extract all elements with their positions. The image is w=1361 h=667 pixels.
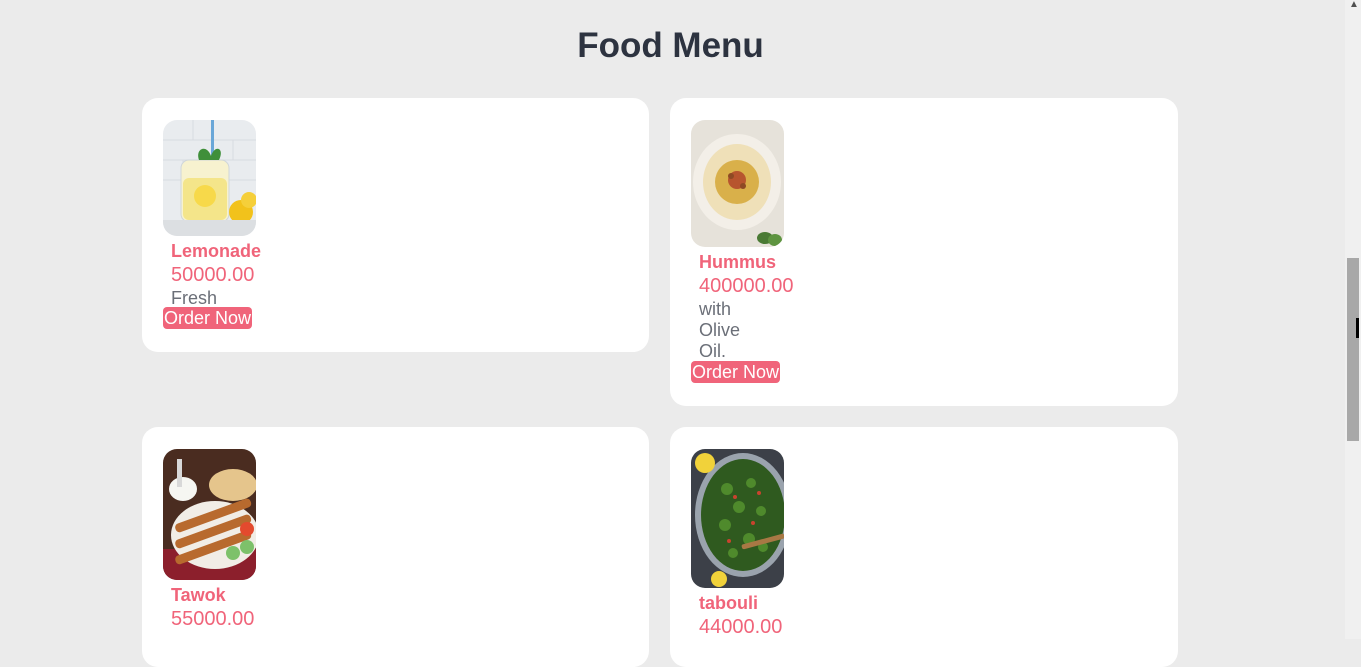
item-price: 400000.00 xyxy=(699,275,794,297)
item-name: Lemonade xyxy=(171,241,262,261)
lemonade-image xyxy=(163,120,256,236)
item-name: tabouli xyxy=(699,593,758,613)
page: Food Menu Lemonade 50000.00 Fresh Order … xyxy=(0,0,1345,667)
order-now-button-lemonade[interactable]: Order Now xyxy=(163,307,253,329)
item-name: Tawok xyxy=(171,585,226,605)
item-name: Hummus xyxy=(699,252,777,272)
item-price: 44000.00 xyxy=(699,616,783,638)
item-info: Tawok 55000.00 xyxy=(171,584,254,632)
scroll-up-arrow-icon[interactable]: ▲ xyxy=(1349,0,1359,10)
menu-card-tawok: Tawok 55000.00 xyxy=(142,427,649,667)
scrollbar-thumb[interactable] xyxy=(1347,258,1359,441)
item-description: with Olive Oil. xyxy=(699,299,741,361)
tawok-image xyxy=(163,449,256,580)
order-now-button-hummus[interactable]: Order Now xyxy=(691,361,781,383)
tabouli-image xyxy=(691,449,784,588)
menu-card-lemonade: Lemonade 50000.00 Fresh Order Now xyxy=(142,98,649,352)
item-info: Hummus 400000.00 with Olive Oil. xyxy=(699,251,794,362)
page-title: Food Menu xyxy=(577,26,764,65)
item-info: Lemonade 50000.00 Fresh xyxy=(171,240,261,309)
item-price: 55000.00 xyxy=(171,608,255,630)
hummus-image xyxy=(691,120,784,247)
item-price: 50000.00 xyxy=(171,264,255,286)
item-description: Fresh xyxy=(171,288,218,308)
menu-card-tabouli: tabouli 44000.00 xyxy=(670,427,1178,667)
text-cursor xyxy=(1356,318,1359,338)
item-info: tabouli 44000.00 xyxy=(699,592,782,640)
menu-card-hummus: Hummus 400000.00 with Olive Oil. Order N… xyxy=(670,98,1178,406)
